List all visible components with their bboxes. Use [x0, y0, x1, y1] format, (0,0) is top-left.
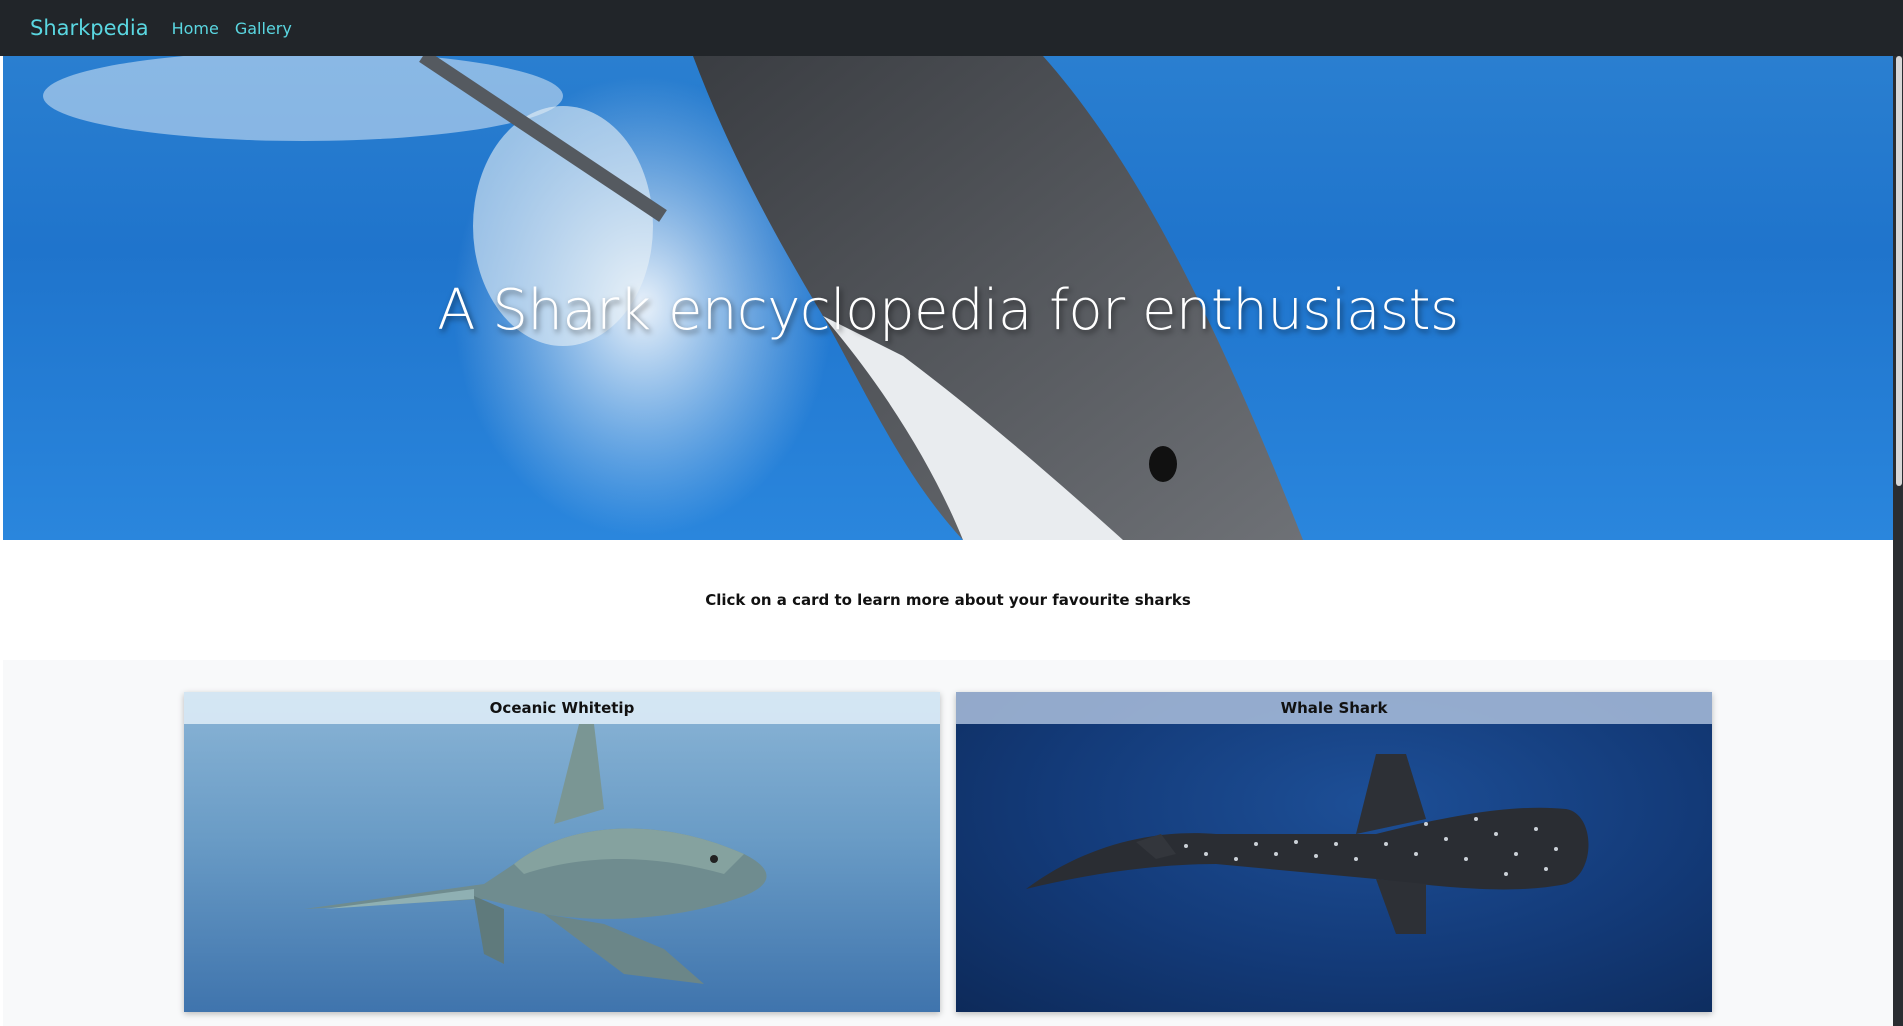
card-title: Oceanic Whitetip [184, 692, 940, 724]
scrollbar-thumb[interactable] [1896, 56, 1902, 486]
nav-link-gallery[interactable]: Gallery [235, 19, 292, 38]
intro-section: Click on a card to learn more about your… [3, 540, 1893, 660]
top-navbar: Sharkpedia Home Gallery [0, 0, 1903, 56]
hero-banner: A Shark encyclopedia for enthusiasts [3, 56, 1893, 540]
brand-logo-link[interactable]: Sharkpedia [30, 16, 149, 40]
shark-card-oceanic-whitetip[interactable]: Oceanic Whitetip [184, 692, 940, 1012]
whale-shark-image [1026, 754, 1589, 934]
oceanic-whitetip-image [304, 724, 767, 984]
intro-text: Click on a card to learn more about your… [705, 591, 1191, 609]
card-title: Whale Shark [956, 692, 1712, 724]
hero-title: A Shark encyclopedia for enthusiasts [437, 278, 1459, 343]
nav-link-home[interactable]: Home [172, 19, 219, 38]
shark-card-whale-shark[interactable]: Whale Shark [956, 692, 1712, 1012]
